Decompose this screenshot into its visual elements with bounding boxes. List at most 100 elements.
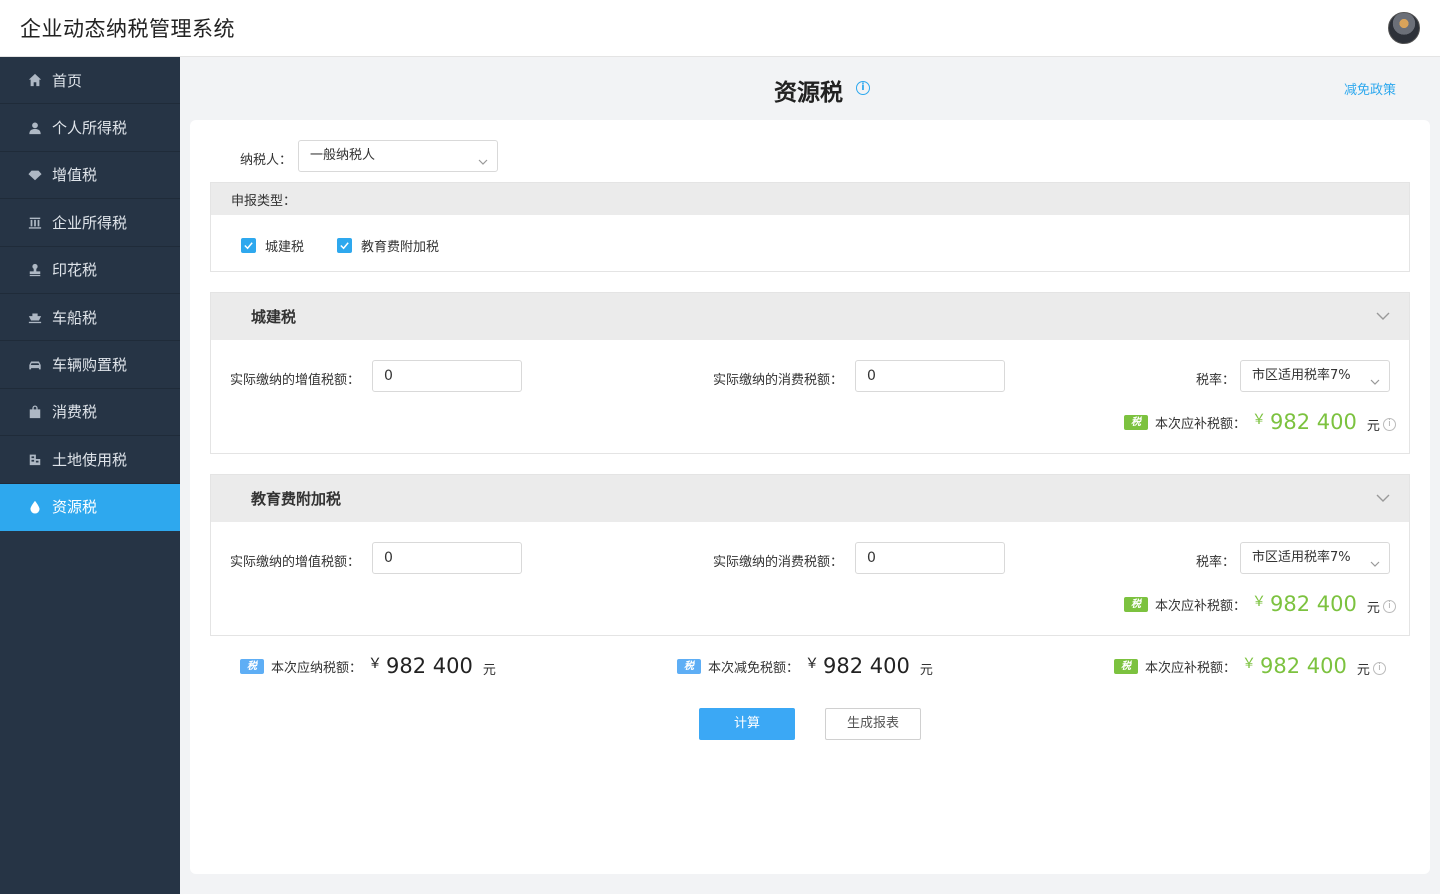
section-due-amount: 税 本次应补税额： ￥ 982 400 元 i [1124,592,1396,616]
section-header: 城建税 [211,293,1409,340]
section-header: 教育费附加税 [211,475,1409,522]
due-label: 本次应补税额： [1155,598,1247,614]
top-bar: 企业动态纳税管理系统 [0,0,1440,57]
unit-label: 元 [1356,662,1370,678]
checkbox-checked-icon [241,238,256,253]
vat-paid-label: 实际缴纳的增值税额： [230,373,361,388]
sidebar-item-vessel-tax[interactable]: 车船税 [0,294,180,342]
tax-rate-select[interactable]: 市区适用税率7% [1240,360,1390,392]
declare-type-label: 申报类型： [231,194,297,209]
due-label: 本次应补税额： [1155,416,1247,432]
land-icon [28,452,42,466]
chevron-down-icon [1370,369,1380,385]
collapse-chevron-icon[interactable] [1375,490,1391,506]
sidebar-item-home[interactable]: 首页 [0,57,180,105]
sidebar-item-label: 土地使用税 [52,450,128,469]
unit-label: 元 [1366,600,1380,616]
section-title: 教育费附加税 [251,490,342,508]
app-title: 企业动态纳税管理系统 [20,17,235,41]
section-education-surcharge: 教育费附加税 实际缴纳的增值税额： 0 实际缴纳的消费税额： 0 税率： 市区适… [210,474,1410,636]
currency-symbol: ￥ [1242,656,1257,672]
due-amount: 982 400 [1270,410,1357,434]
boat-icon [28,310,42,324]
tax-rate-value: 市区适用税率7% [1252,368,1351,383]
sidebar-item-stamp-tax[interactable]: 印花税 [0,247,180,294]
taxpayer-label: 纳税人： [240,153,293,168]
section-title: 城建税 [251,308,297,326]
stamp-icon [28,263,42,277]
tax-badge: 税 [677,658,701,674]
unit-label: 元 [482,662,496,678]
consumption-paid-input[interactable]: 0 [855,360,1005,392]
home-icon [28,73,42,87]
consumption-paid-input[interactable]: 0 [855,542,1005,574]
user-icon [28,121,42,135]
chevron-down-icon [478,149,488,165]
total-payable-label: 本次应纳税额： [271,660,363,676]
generate-report-button[interactable]: 生成报表 [825,708,921,740]
taxpayer-select[interactable]: 一般纳税人 [298,140,498,172]
help-icon[interactable]: i [1382,599,1396,613]
tax-rate-value: 市区适用税率7% [1252,550,1351,565]
currency-symbol: ￥ [1252,412,1267,428]
currency-symbol: ￥ [1252,594,1267,610]
collapse-chevron-icon[interactable] [1375,308,1391,324]
sidebar-item-label: 个人所得税 [52,119,128,138]
sidebar-item-vat[interactable]: 增值税 [0,152,180,200]
sidebar-item-label: 企业所得税 [52,213,128,232]
info-icon[interactable]: i [856,81,870,95]
vat-paid-input[interactable]: 0 [372,542,522,574]
tax-rate-select[interactable]: 市区适用税率7% [1240,542,1390,574]
section-urban-construction-tax: 城建税 实际缴纳的增值税额： 0 实际缴纳的消费税额： 0 税率： 市区适用税率… [210,292,1410,454]
main-card: 纳税人： 一般纳税人 申报类型： 城建税 教育费附加税 城建税 实际缴纳的增值税… [190,120,1430,874]
page-header: 资源税 i 减免政策 [180,57,1440,120]
tax-badge: 税 [1124,414,1148,430]
sidebar-item-personal-income-tax[interactable]: 个人所得税 [0,104,180,152]
sidebar-item-vehicle-purchase-tax[interactable]: 车辆购置税 [0,341,180,389]
drop-icon [28,500,42,514]
sidebar-item-label: 消费税 [52,403,98,422]
sidebar-item-label: 增值税 [52,166,98,185]
exemption-policy-link[interactable]: 减免政策 [1344,79,1396,98]
tax-badge: 税 [240,658,264,674]
currency-symbol: ￥ [805,656,820,672]
sidebar-item-land-use-tax[interactable]: 土地使用税 [0,436,180,484]
avatar[interactable] [1388,12,1420,44]
vat-paid-input[interactable]: 0 [372,360,522,392]
diamond-icon [28,168,42,182]
due-amount: 982 400 [1270,592,1357,616]
sidebar-item-label: 首页 [52,71,83,90]
tax-rate-label: 税率： [1196,373,1236,388]
chevron-down-icon [1370,551,1380,567]
page-title: 资源税 [774,80,843,106]
sidebar: 首页 个人所得税 增值税 企业所得税 印花税 车船税 车辆购置税 消费税 土地使… [0,57,180,894]
car-icon [28,358,42,372]
total-payable: 税 本次应纳税额： ￥ 982 400 元 [240,654,496,678]
declare-type-panel: 申报类型： 城建税 教育费附加税 [210,182,1410,272]
taxpayer-select-value: 一般纳税人 [310,148,376,163]
tax-badge: 税 [1114,658,1138,674]
total-due: 税 本次应补税额： ￥ 982 400 元 i [1114,654,1386,678]
unit-label: 元 [919,662,933,678]
help-icon[interactable]: i [1372,661,1386,675]
checkbox-label: 教育费附加税 [361,240,440,255]
calculate-button[interactable]: 计算 [699,708,795,740]
checkbox-urban-construction-tax[interactable]: 城建税 [241,236,304,255]
total-due-label: 本次应补税额： [1145,660,1237,676]
sidebar-item-label: 车辆购置税 [52,356,128,375]
total-due-amount: 982 400 [1260,654,1347,678]
help-icon[interactable]: i [1382,417,1396,431]
checkbox-checked-icon [337,238,352,253]
total-exempt-label: 本次减免税额： [708,660,800,676]
sidebar-item-resource-tax[interactable]: 资源税 [0,483,180,531]
unit-label: 元 [1366,418,1380,434]
sidebar-item-corporate-income-tax[interactable]: 企业所得税 [0,199,180,247]
tax-rate-label: 税率： [1196,555,1236,570]
checkbox-label: 城建税 [265,240,305,255]
sidebar-item-consumption-tax[interactable]: 消费税 [0,389,180,437]
bag-icon [28,405,42,419]
sidebar-item-label: 车船税 [52,308,98,327]
checkbox-education-surcharge[interactable]: 教育费附加税 [337,236,439,255]
tax-badge: 税 [1124,596,1148,612]
consumption-paid-label: 实际缴纳的消费税额： [713,373,844,388]
